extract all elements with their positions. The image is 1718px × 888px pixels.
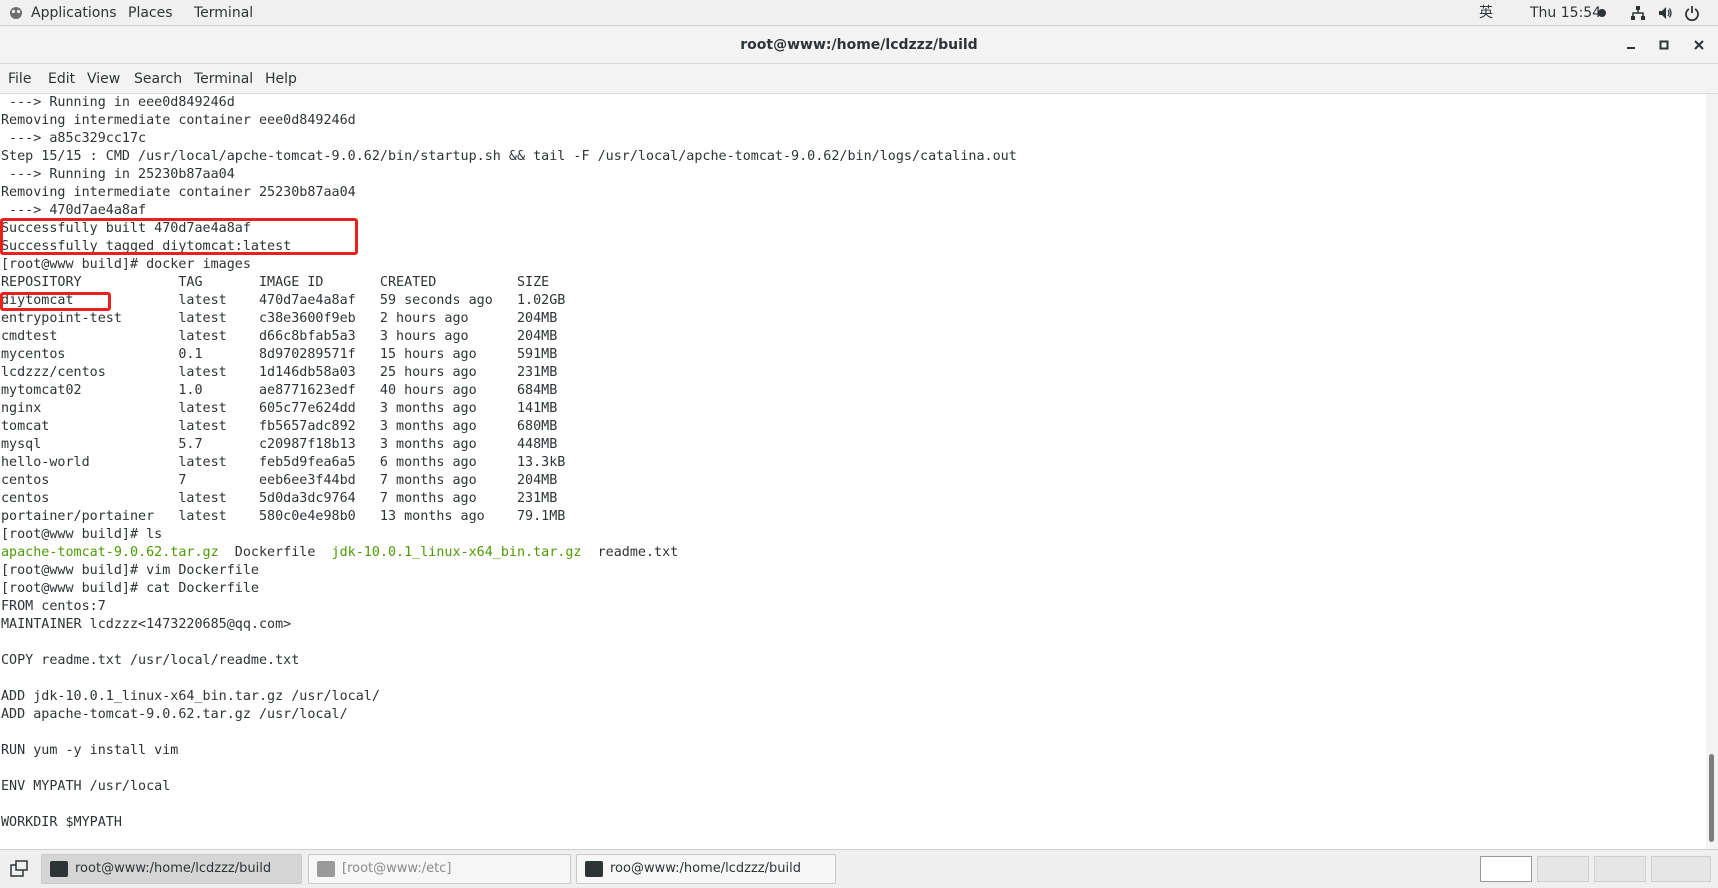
terminal-line: [root@www build]# ls bbox=[1, 527, 163, 542]
table-header: REPOSITORY TAG IMAGE ID CREATED SIZE bbox=[1, 275, 550, 290]
terminal-app-menu[interactable]: Terminal bbox=[194, 0, 253, 26]
terminal-line: FROM centos:7 bbox=[1, 599, 106, 614]
terminal-icon bbox=[50, 861, 68, 877]
top-panel: Applications Places Terminal 英 Thu 15:54 bbox=[0, 0, 1718, 26]
terminal-line: [root@www build]# cat Dockerfile bbox=[1, 581, 259, 596]
minimize-icon[interactable] bbox=[1621, 35, 1641, 55]
input-method-indicator[interactable]: 英 bbox=[1479, 0, 1493, 26]
table-row: mycentos 0.1 8d970289571f 15 hours ago 5… bbox=[1, 347, 558, 362]
network-icon[interactable] bbox=[1630, 5, 1646, 21]
workspace-1[interactable] bbox=[1480, 856, 1532, 882]
terminal-line: MAINTAINER lcdzzz<1473220685@qq.com> bbox=[1, 617, 292, 632]
terminal-line: COPY readme.txt /usr/local/readme.txt bbox=[1, 653, 300, 668]
table-row: nginx latest 605c77e624dd 3 months ago 1… bbox=[1, 401, 558, 416]
table-row: centos latest 5d0da3dc9764 7 months ago … bbox=[1, 491, 558, 506]
workspace-3[interactable] bbox=[1594, 856, 1646, 882]
table-row: centos 7 eeb6ee3f44bd 7 months ago 204MB bbox=[1, 473, 558, 488]
terminal-line: Step 15/15 : CMD /usr/local/apche-tomcat… bbox=[1, 149, 1017, 164]
terminal-icon bbox=[585, 861, 603, 877]
notification-dot-icon bbox=[1598, 9, 1606, 17]
task-label: root@www:/home/lcdzzz/build bbox=[75, 861, 272, 876]
window-title: root@www:/home/lcdzzz/build bbox=[740, 37, 978, 53]
diytomcat-highlight bbox=[0, 292, 111, 311]
table-row: lcdzzz/centos latest 1d146db58a03 25 hou… bbox=[1, 365, 558, 380]
ls-output: apache-tomcat-9.0.62.tar.gz Dockerfile j… bbox=[1, 544, 678, 562]
ls-file: apache-tomcat-9.0.62.tar.gz bbox=[1, 545, 219, 560]
table-row: entrypoint-test latest c38e3600f9eb 2 ho… bbox=[1, 311, 558, 326]
ls-file: readme.txt bbox=[597, 545, 679, 560]
menu-view[interactable]: View bbox=[87, 64, 120, 94]
terminal-line: Removing intermediate container 25230b87… bbox=[1, 185, 356, 200]
terminal-line: WORKDIR $MYPATH bbox=[1, 815, 122, 830]
table-row: mysql 5.7 c20987f18b13 3 months ago 448M… bbox=[1, 437, 558, 452]
close-icon[interactable] bbox=[1689, 35, 1709, 55]
terminal-line: [root@www build]# docker images bbox=[1, 257, 251, 272]
applications-menu[interactable]: Applications bbox=[31, 0, 117, 26]
task-label: roo@www:/home/lcdzzz/build bbox=[610, 861, 801, 876]
power-icon[interactable] bbox=[1684, 5, 1700, 21]
terminal-line: ---> a85c329cc17c bbox=[1, 131, 147, 146]
terminal-line: ADD apache-tomcat-9.0.62.tar.gz /usr/loc… bbox=[1, 707, 348, 722]
ls-file: jdk-10.0.1_linux-x64_bin.tar.gz bbox=[331, 545, 582, 560]
taskbar: root@www:/home/lcdzzz/build [root@www:/e… bbox=[0, 849, 1718, 888]
menu-file[interactable]: File bbox=[8, 64, 31, 94]
volume-icon[interactable] bbox=[1657, 5, 1673, 21]
terminal-output[interactable]: ---> Running in eee0d849246d Removing in… bbox=[0, 94, 1706, 849]
taskbar-window-build-2[interactable]: roo@www:/home/lcdzzz/build bbox=[576, 854, 836, 884]
maximize-icon[interactable] bbox=[1654, 35, 1674, 55]
terminal-line: ---> Running in eee0d849246d bbox=[1, 95, 235, 110]
menu-terminal[interactable]: Terminal bbox=[194, 64, 253, 94]
ls-file: Dockerfile bbox=[234, 545, 316, 560]
terminal-scrollbar[interactable] bbox=[1706, 94, 1718, 849]
table-row: tomcat latest fb5657adc892 3 months ago … bbox=[1, 419, 558, 434]
terminal-line: ---> Running in 25230b87aa04 bbox=[1, 167, 235, 182]
terminal-icon bbox=[317, 861, 335, 877]
menu-edit[interactable]: Edit bbox=[48, 64, 75, 94]
scrollbar-thumb[interactable] bbox=[1709, 754, 1714, 842]
taskbar-window-build[interactable]: root@www:/home/lcdzzz/build bbox=[41, 854, 302, 884]
terminal-menubar: File Edit View Search Terminal Help bbox=[0, 64, 1718, 94]
places-menu[interactable]: Places bbox=[128, 0, 173, 26]
terminal-line: RUN yum -y install vim bbox=[1, 743, 179, 758]
build-success-highlight bbox=[0, 218, 358, 255]
applications-icon bbox=[10, 7, 22, 19]
workspace-4[interactable] bbox=[1651, 856, 1711, 882]
table-row: hello-world latest feb5d9fea6a5 6 months… bbox=[1, 455, 566, 470]
workspace-2[interactable] bbox=[1537, 856, 1589, 882]
window-titlebar[interactable]: root@www:/home/lcdzzz/build bbox=[0, 26, 1718, 64]
table-row: portainer/portainer latest 580c0e4e98b0 … bbox=[1, 509, 566, 524]
terminal-line: [root@www build]# vim Dockerfile bbox=[1, 563, 259, 578]
terminal-line: ADD jdk-10.0.1_linux-x64_bin.tar.gz /usr… bbox=[1, 689, 380, 704]
terminal-line: ENV MYPATH /usr/local bbox=[1, 779, 171, 794]
terminal-line: Removing intermediate container eee0d849… bbox=[1, 113, 356, 128]
menu-help[interactable]: Help bbox=[265, 64, 297, 94]
taskbar-window-etc[interactable]: [root@www:/etc] bbox=[308, 854, 571, 884]
menu-search[interactable]: Search bbox=[134, 64, 182, 94]
task-label: [root@www:/etc] bbox=[342, 861, 452, 876]
show-desktop-icon[interactable] bbox=[9, 859, 29, 879]
clock[interactable]: Thu 15:54 bbox=[1530, 0, 1601, 26]
table-row: mytomcat02 1.0 ae8771623edf 40 hours ago… bbox=[1, 383, 558, 398]
table-row: cmdtest latest d66c8bfab5a3 3 hours ago … bbox=[1, 329, 558, 344]
